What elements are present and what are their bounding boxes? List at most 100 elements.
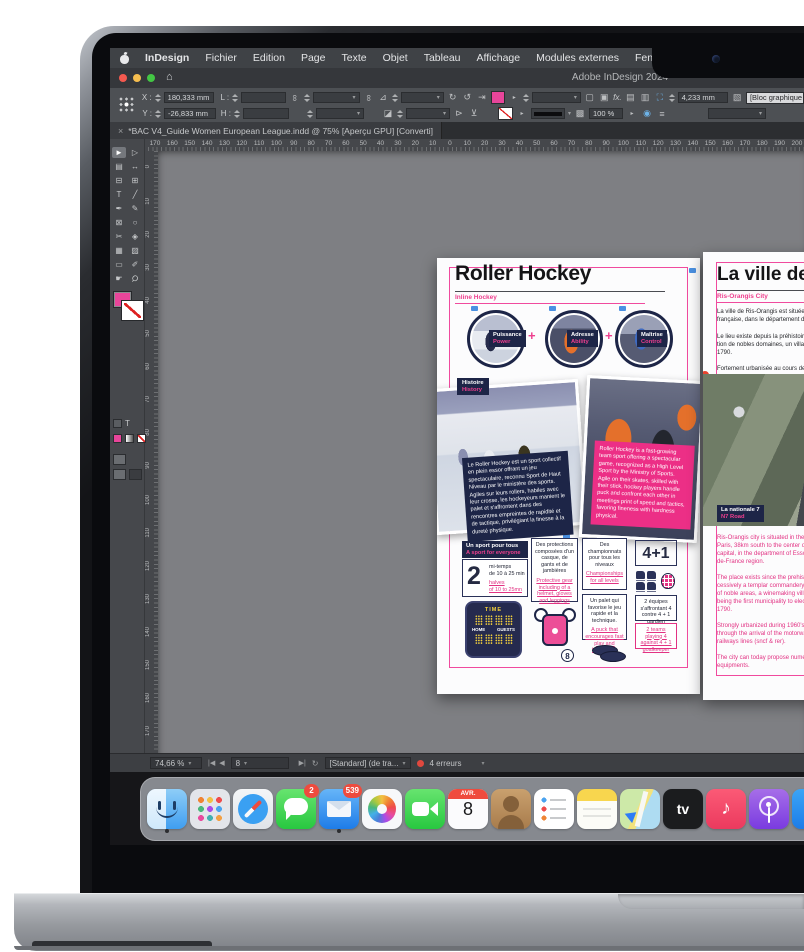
home-icon[interactable]: ⌂: [166, 71, 173, 83]
opacity-arrow[interactable]: ▸: [626, 110, 638, 117]
menu-affichage[interactable]: Affichage: [469, 52, 529, 64]
flip-horizontal-icon[interactable]: ⇥: [476, 92, 488, 103]
content-collector-tool[interactable]: ⊟: [112, 175, 126, 186]
prev-page-button[interactable]: ◀: [219, 759, 224, 767]
fullscreen-window-button[interactable]: [147, 74, 155, 82]
stroke-weight-dropdown[interactable]: [531, 108, 565, 119]
menu-indesign[interactable]: InDesign: [137, 52, 197, 64]
shear-dropdown[interactable]: ▾: [406, 108, 450, 119]
dock-calendar[interactable]: AVR.8: [448, 786, 488, 832]
link-dimensions-icon[interactable]: ∞: [290, 92, 300, 104]
hand-tool[interactable]: ☛: [112, 273, 126, 284]
scale-y-stepper[interactable]: [307, 109, 313, 119]
rotate-ccw-icon[interactable]: ↺: [461, 92, 473, 103]
preflight-errors[interactable]: 4 erreurs: [430, 759, 462, 768]
flip-both-icon[interactable]: ⊻: [468, 108, 480, 119]
dock-tv[interactable]: tv: [663, 786, 703, 832]
close-window-button[interactable]: [119, 74, 127, 82]
menu-fichier[interactable]: Fichier: [197, 52, 245, 64]
apply-gradient-button[interactable]: [125, 434, 134, 443]
paragraph-style-dropdown[interactable]: ▾: [708, 108, 766, 119]
menu-modules-externes[interactable]: Modules externes: [528, 52, 627, 64]
shear-stepper[interactable]: [397, 109, 403, 119]
zoom-tool[interactable]: Ϙ: [126, 270, 144, 287]
blend-dropdown[interactable]: ▾: [532, 92, 581, 103]
last-page-button[interactable]: ▶|: [299, 759, 306, 767]
preview-mode-button[interactable]: [113, 454, 126, 465]
view-rotate-icon[interactable]: ↻: [312, 759, 319, 768]
x-stepper[interactable]: [155, 93, 161, 103]
y-field[interactable]: -26,833 mm: [164, 108, 216, 119]
eyedropper-tool[interactable]: ✐: [128, 259, 142, 270]
pasteboard[interactable]: Roller Hockey Inline Hockey PuissancePow…: [158, 151, 804, 753]
dock-launchpad[interactable]: [190, 786, 230, 832]
stroke-weight-caret[interactable]: ▾: [568, 110, 571, 117]
frame-tool[interactable]: ⊠: [112, 217, 126, 228]
selection-tool[interactable]: ►: [112, 147, 126, 158]
stroke-arrow[interactable]: ▸: [516, 110, 528, 117]
corner-options-icon[interactable]: ▢: [584, 92, 596, 103]
scale-x-dropdown[interactable]: ▾: [313, 92, 360, 103]
align-left-icon[interactable]: ▤: [625, 92, 637, 103]
menu-page[interactable]: Page: [293, 52, 334, 64]
type-tool[interactable]: T: [112, 189, 126, 200]
fill-swatch[interactable]: [491, 91, 506, 104]
apply-none-button[interactable]: [137, 434, 146, 443]
drop-shadow-icon[interactable]: ▧: [731, 92, 743, 103]
normal-mode-button[interactable]: [113, 469, 126, 480]
gradient-tool[interactable]: ▦: [112, 245, 126, 256]
format-container-icon[interactable]: [113, 419, 122, 428]
document-tab[interactable]: × *BAC V4_Guide Women European League.in…: [110, 122, 442, 139]
stroke-swatch[interactable]: [498, 107, 513, 120]
shape-tool[interactable]: ○: [128, 217, 142, 228]
corner-radius-field[interactable]: 4,233 mm: [678, 92, 729, 103]
dock-notes[interactable]: [577, 786, 617, 832]
line-tool[interactable]: ╱: [128, 189, 142, 200]
free-transform-tool[interactable]: ◈: [128, 231, 142, 242]
menu-tableau[interactable]: Tableau: [416, 52, 469, 64]
pencil-tool[interactable]: ✎: [128, 203, 142, 214]
format-text-icon[interactable]: T: [125, 419, 130, 428]
h-stepper[interactable]: [234, 109, 240, 119]
apple-menu-icon[interactable]: [120, 53, 129, 64]
link-scale-icon[interactable]: ∞: [363, 92, 373, 104]
zoom-level-dropdown[interactable]: 74,66 %▾: [150, 757, 202, 769]
direct-selection-tool[interactable]: ▷: [128, 147, 142, 158]
h-field[interactable]: [243, 108, 289, 119]
fill-arrow[interactable]: ▸: [508, 94, 520, 101]
preflight-profile-dropdown[interactable]: [Standard] (de tra...▾: [325, 757, 411, 769]
dock-facetime[interactable]: [405, 786, 445, 832]
presentation-mode-button[interactable]: [129, 469, 142, 480]
dock-podcasts[interactable]: [749, 786, 789, 832]
dock-messages[interactable]: 2: [276, 786, 316, 832]
object-style-field[interactable]: [Bloc graphique: [746, 92, 804, 104]
scissors-tool[interactable]: ✂: [112, 231, 126, 242]
page-ris-orangis[interactable]: La ville de Ris-Orangis Ris-Orangis City…: [703, 252, 804, 700]
dock-contacts[interactable]: [491, 786, 531, 832]
page-tool[interactable]: ▤: [112, 161, 126, 172]
dock-reminders[interactable]: [534, 786, 574, 832]
opacity-field[interactable]: 100 %: [589, 108, 623, 119]
menu-objet[interactable]: Objet: [375, 52, 416, 64]
rotate-cw-icon[interactable]: ↻: [447, 92, 459, 103]
dock-finder[interactable]: [147, 786, 187, 832]
align-right-icon[interactable]: ▥: [639, 92, 651, 103]
flip-vertical-icon[interactable]: ⊳: [453, 108, 465, 119]
reference-point-proxy[interactable]: [119, 97, 134, 112]
vertical-ruler[interactable]: 0102030405060708090100110120130140150160…: [144, 151, 159, 753]
gap-tool[interactable]: ↔: [128, 161, 142, 172]
first-page-button[interactable]: |◀: [208, 759, 215, 767]
menu-texte[interactable]: Texte: [334, 52, 375, 64]
rotation-dropdown[interactable]: ▾: [401, 92, 444, 103]
rotation-stepper[interactable]: [392, 93, 398, 103]
gradient-feather-tool[interactable]: ▨: [128, 245, 142, 256]
pen-tool[interactable]: ✒: [112, 203, 126, 214]
wrap-icon[interactable]: ◉: [641, 108, 653, 119]
fx-label[interactable]: fx.: [613, 93, 621, 102]
page-roller-hockey[interactable]: Roller Hockey Inline Hockey PuissancePow…: [437, 258, 700, 694]
apply-color-button[interactable]: [113, 434, 122, 443]
fill-stroke-proxy[interactable]: [113, 291, 141, 321]
blend-stepper[interactable]: [523, 93, 529, 103]
corner-radius-stepper[interactable]: [669, 93, 675, 103]
x-field[interactable]: 180,333 mm: [164, 92, 215, 103]
